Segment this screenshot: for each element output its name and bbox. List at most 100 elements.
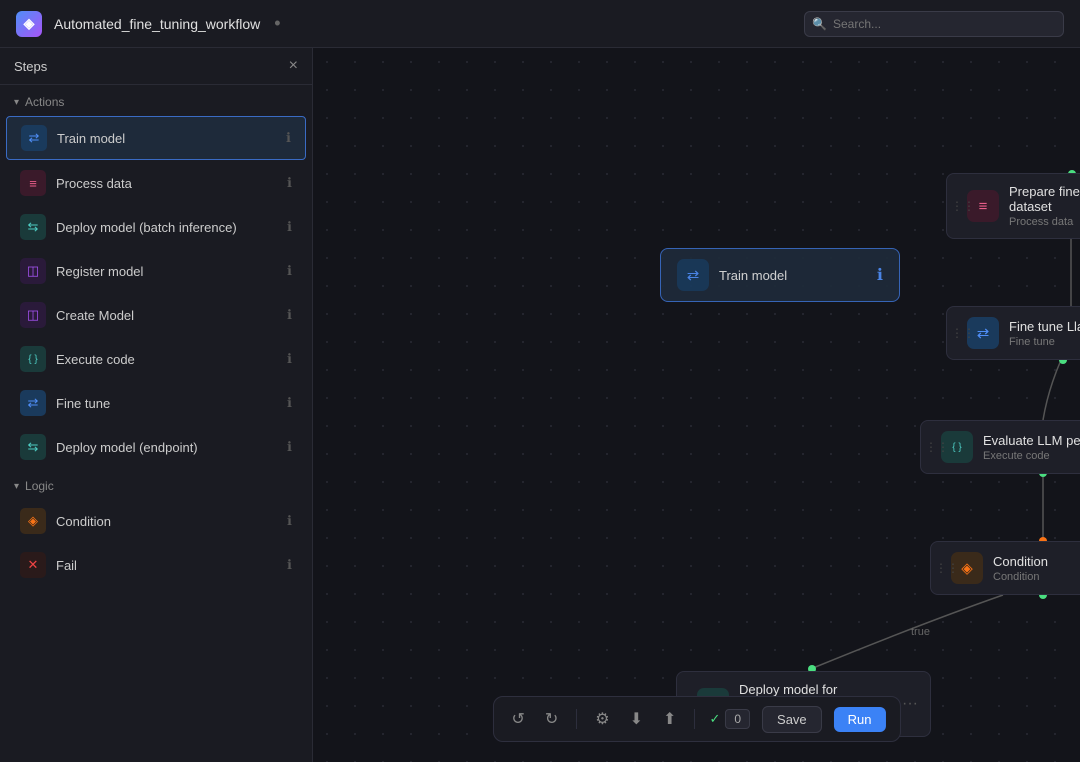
toolbar-divider-2	[694, 709, 695, 729]
execute-code-info-icon[interactable]: ℹ	[287, 351, 292, 367]
connector-lines	[313, 48, 1080, 762]
node-sub-prepare: Process data	[1009, 216, 1080, 228]
drag-handle-evaluate: ⋮⋮	[925, 440, 949, 454]
condition-info-icon[interactable]: ℹ	[287, 513, 292, 529]
sidebar-title: Steps	[14, 59, 47, 74]
deploy-endpoint-icon: ⇆	[20, 434, 46, 460]
sidebar-item-fail[interactable]: ✕ Fail ℹ	[6, 544, 306, 586]
sidebar-item-train-model[interactable]: ⇄ Train model ℹ	[6, 116, 306, 160]
deploy-batch-info-icon[interactable]: ℹ	[287, 219, 292, 235]
deploy-endpoint-label: Deploy model (endpoint)	[56, 440, 287, 455]
node-condition[interactable]: ⋮⋮ ◈ Condition Condition ···	[930, 541, 1080, 595]
fine-tune-label: Fine tune	[56, 396, 287, 411]
process-data-info-icon[interactable]: ℹ	[287, 175, 292, 191]
app-logo: ◈	[16, 11, 42, 37]
section-actions[interactable]: ▾ Actions	[0, 85, 312, 115]
create-model-info-icon[interactable]: ℹ	[287, 307, 292, 323]
search-input[interactable]	[804, 11, 1064, 37]
register-model-label: Register model	[56, 264, 287, 279]
node-icon-train: ⇄	[677, 259, 709, 291]
fine-tune-icon: ⇄	[20, 390, 46, 416]
process-data-icon: ≡	[20, 170, 46, 196]
redo-button[interactable]: ↻	[541, 705, 562, 733]
node-text-finetune: Fine tune Llama 3.1 Fine tune	[1009, 319, 1080, 348]
settings-button[interactable]: ⚙	[591, 705, 613, 733]
create-model-icon: ◫	[20, 302, 46, 328]
node-text-train: Train model	[719, 268, 867, 283]
node-prepare-dataset[interactable]: ⋮⋮ ≡ Prepare fine tuning dataset Process…	[946, 173, 1080, 239]
node-text-evaluate: Evaluate LLM perf Execute code	[983, 433, 1080, 462]
sidebar-item-execute-code[interactable]: { } Execute code ℹ	[6, 338, 306, 380]
section-actions-label: Actions	[25, 95, 64, 109]
workflow-canvas[interactable]: true false ⋮⋮ ≡ Prepare fine tuning data…	[313, 48, 1080, 762]
check-count: 0	[725, 709, 750, 729]
node-menu-deploy[interactable]: ···	[902, 695, 918, 713]
section-logic[interactable]: ▾ Logic	[0, 469, 312, 499]
section-logic-label: Logic	[25, 479, 54, 493]
train-model-icon: ⇄	[21, 125, 47, 151]
node-sub-evaluate: Execute code	[983, 450, 1080, 462]
sidebar: Steps × ▾ Actions ⇄ Train model ℹ ≡ Proc…	[0, 48, 313, 762]
node-title-train: Train model	[719, 268, 867, 283]
sidebar-close-button[interactable]: ×	[289, 58, 298, 74]
undo-button[interactable]: ↺	[507, 705, 528, 733]
topbar: ◈ Automated_fine_tuning_workflow • 🔍	[0, 0, 1080, 48]
node-title-prepare: Prepare fine tuning dataset	[1009, 184, 1080, 214]
chevron-logic-icon: ▾	[14, 481, 19, 492]
train-model-info-icon[interactable]: ℹ	[286, 130, 291, 146]
app-title: Automated_fine_tuning_workflow	[54, 16, 260, 32]
download-button[interactable]: ⬇	[626, 705, 647, 733]
run-button[interactable]: Run	[834, 707, 886, 732]
condition-icon: ◈	[20, 508, 46, 534]
sidebar-item-deploy-batch[interactable]: ⇆ Deploy model (batch inference) ℹ	[6, 206, 306, 248]
search-wrapper: 🔍	[804, 11, 1064, 37]
sidebar-item-deploy-endpoint[interactable]: ⇆ Deploy model (endpoint) ℹ	[6, 426, 306, 468]
node-text-condition: Condition Condition	[993, 554, 1080, 583]
fine-tune-info-icon[interactable]: ℹ	[287, 395, 292, 411]
fail-icon: ✕	[20, 552, 46, 578]
sidebar-item-create-model[interactable]: ◫ Create Model ℹ	[6, 294, 306, 336]
save-button[interactable]: Save	[762, 706, 822, 733]
upload-button[interactable]: ⬆	[659, 705, 680, 733]
register-model-info-icon[interactable]: ℹ	[287, 263, 292, 279]
main-layout: Steps × ▾ Actions ⇄ Train model ℹ ≡ Proc…	[0, 48, 1080, 762]
deploy-batch-icon: ⇆	[20, 214, 46, 240]
node-finetune-llama[interactable]: ⋮⋮ ⇄ Fine tune Llama 3.1 Fine tune ···	[946, 306, 1080, 360]
fail-info-icon[interactable]: ℹ	[287, 557, 292, 573]
node-evaluate-llm[interactable]: ⋮⋮ { } Evaluate LLM perf Execute code ··…	[920, 420, 1080, 474]
process-data-label: Process data	[56, 176, 287, 191]
fail-label: Fail	[56, 558, 287, 573]
check-status: ✓ 0	[709, 709, 750, 729]
condition-label: Condition	[56, 514, 287, 529]
node-text-prepare: Prepare fine tuning dataset Process data	[1009, 184, 1080, 228]
train-model-label: Train model	[57, 131, 286, 146]
sidebar-header: Steps ×	[0, 48, 312, 85]
node-title-condition: Condition	[993, 554, 1080, 569]
search-icon: 🔍	[812, 17, 827, 31]
conn-label-true: true	[911, 626, 930, 638]
node-sub-finetune: Fine tune	[1009, 336, 1080, 348]
deploy-endpoint-info-icon[interactable]: ℹ	[287, 439, 292, 455]
node-info-train[interactable]: ℹ	[877, 265, 883, 285]
sidebar-item-register-model[interactable]: ◫ Register model ℹ	[6, 250, 306, 292]
bottom-toolbar: ↺ ↻ ⚙ ⬇ ⬆ ✓ 0 Save Run	[492, 696, 900, 742]
drag-handle-finetune: ⋮⋮	[951, 326, 975, 340]
node-sub-condition: Condition	[993, 571, 1080, 583]
chevron-actions-icon: ▾	[14, 97, 19, 108]
node-title-finetune: Fine tune Llama 3.1	[1009, 319, 1080, 334]
title-dot: •	[274, 13, 280, 34]
execute-code-icon: { }	[20, 346, 46, 372]
drag-handle-condition: ⋮⋮	[935, 561, 959, 575]
deploy-batch-label: Deploy model (batch inference)	[56, 220, 287, 235]
drag-handle-prepare: ⋮⋮	[951, 199, 975, 213]
sidebar-item-process-data[interactable]: ≡ Process data ℹ	[6, 162, 306, 204]
node-train-model-ghost[interactable]: ⇄ Train model ℹ	[660, 248, 900, 302]
check-icon: ✓	[709, 711, 720, 727]
execute-code-label: Execute code	[56, 352, 287, 367]
sidebar-item-fine-tune[interactable]: ⇄ Fine tune ℹ	[6, 382, 306, 424]
create-model-label: Create Model	[56, 308, 287, 323]
toolbar-divider-1	[576, 709, 577, 729]
register-model-icon: ◫	[20, 258, 46, 284]
sidebar-item-condition[interactable]: ◈ Condition ℹ	[6, 500, 306, 542]
node-title-evaluate: Evaluate LLM perf	[983, 433, 1080, 448]
